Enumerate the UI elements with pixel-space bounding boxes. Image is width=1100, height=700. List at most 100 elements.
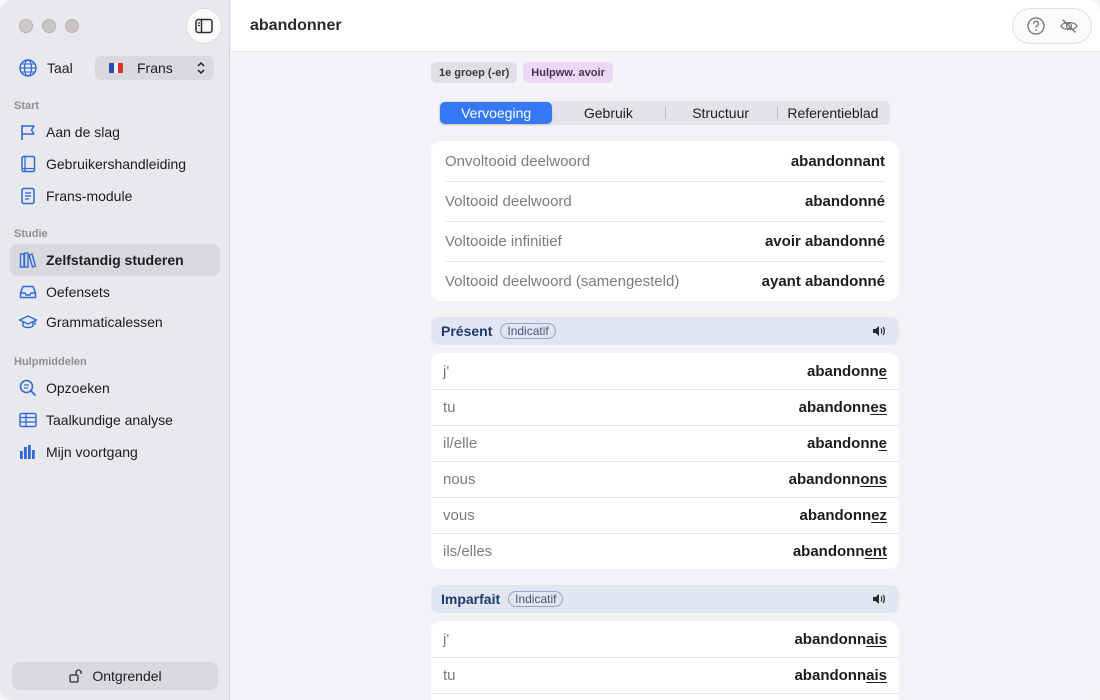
sidebar-toggle-button[interactable]: [186, 8, 222, 44]
tense-header-present: Présent Indicatif: [431, 317, 899, 345]
sidebar-item-label: Aan de slag: [46, 124, 120, 140]
tense-name: Présent: [441, 323, 493, 339]
document-icon: [18, 186, 38, 206]
book-icon: [18, 154, 38, 174]
auxiliary-badge: Hulpww. avoir: [523, 62, 613, 83]
sidebar-item-label: Opzoeken: [46, 380, 110, 396]
toolbar: abandonner: [231, 0, 1100, 52]
tab-vervoeging[interactable]: Vervoeging: [440, 102, 553, 124]
form-row: Onvoltooid deelwoord abandonnant: [431, 141, 899, 181]
conjugated-form: abandonnes: [798, 398, 887, 416]
conjugated-form: abandonnons: [788, 470, 887, 488]
sidebar-item-zelfstandig-studeren[interactable]: Zelfstandig studeren: [10, 244, 220, 276]
form-label: Voltooide infinitief: [445, 232, 562, 250]
page-title: abandonner: [250, 17, 342, 34]
unlock-button[interactable]: Ontgrendel: [12, 662, 218, 690]
close-window-button[interactable]: [19, 19, 33, 33]
tab-structuur[interactable]: Structuur: [664, 102, 777, 124]
form-value: abandonné: [804, 192, 885, 210]
graduation-cap-icon: [18, 312, 38, 332]
form-row: Voltooid deelwoord (samengesteld) ayant …: [431, 261, 899, 301]
sidebar-item-label: Oefensets: [46, 284, 110, 300]
language-row: Taal Frans: [18, 56, 214, 80]
form-label: Onvoltooid deelwoord: [445, 152, 591, 170]
section-label-studie: Studie: [14, 228, 48, 240]
sidebar-item-oefensets[interactable]: Oefensets: [10, 276, 220, 308]
window-controls: [19, 19, 79, 33]
conjugation-row: vous abandonnez: [431, 497, 899, 533]
help-icon[interactable]: [1026, 16, 1046, 36]
conjugation-row: ils/elles abandonnent: [431, 533, 899, 569]
sidebar-item-label: Mijn voortgang: [46, 444, 138, 460]
minimize-window-button[interactable]: [42, 19, 56, 33]
conjugated-form: abandonnais: [794, 666, 887, 684]
form-value: abandonnant: [790, 152, 885, 170]
chevron-updown-icon: [197, 61, 205, 75]
main-content: 1e groep (-er) Hulpww. avoir Vervoeging …: [231, 53, 1100, 700]
sidebar-item-taalkundige-analyse[interactable]: Taalkundige analyse: [10, 404, 220, 436]
sidebar-item-aan-de-slag[interactable]: Aan de slag: [10, 116, 220, 148]
mood-badge: Indicatif: [500, 323, 556, 339]
form-label: Voltooid deelwoord: [445, 192, 572, 210]
books-icon: [18, 250, 38, 270]
sidebar-icon: [195, 18, 213, 34]
conjugation-row: j' abandonnais: [431, 621, 899, 657]
conjugation-row: j' abandonne: [431, 353, 899, 389]
pronoun: ils/elles: [443, 542, 493, 560]
conjugated-form: abandonnais: [794, 630, 887, 648]
sidebar-item-label: Frans-module: [46, 188, 133, 204]
toolbar-actions: [1012, 8, 1092, 44]
sidebar-item-label: Gebruikershandleiding: [46, 156, 187, 172]
sidebar-item-label: Grammaticalessen: [46, 314, 163, 330]
view-tabs: Vervoeging Gebruik Structuur Referentieb…: [439, 101, 890, 125]
speaker-icon[interactable]: [871, 591, 887, 607]
magnifier-icon: [18, 378, 38, 398]
bar-chart-icon: [18, 442, 38, 462]
sidebar-item-gebruikershandleiding[interactable]: Gebruikershandleiding: [10, 148, 220, 180]
conjugated-form: abandonnez: [799, 506, 887, 524]
sidebar-item-grammaticalessen[interactable]: Grammaticalessen: [10, 306, 220, 338]
tab-referentieblad[interactable]: Referentieblad: [776, 102, 889, 124]
language-select[interactable]: Frans: [95, 56, 214, 80]
app-window: Taal Frans Start Aan de slag Gebruikersh…: [0, 0, 1100, 700]
conjugation-table-present: j' abandonne tu abandonnes il/elle abandonn…: [431, 353, 899, 569]
sidebar-item-frans-module[interactable]: Frans-module: [10, 180, 220, 212]
conjugated-form: abandonne: [806, 362, 887, 380]
form-value: avoir abandonné: [764, 232, 885, 250]
language-label: Taal: [47, 60, 73, 76]
tense-name: Imparfait: [441, 591, 501, 607]
conjugation-row: il/elle abandonne: [431, 425, 899, 461]
pronoun: tu: [443, 666, 456, 684]
sidebar-item-opzoeken[interactable]: Opzoeken: [10, 372, 220, 404]
table-icon: [18, 410, 38, 430]
section-label-hulpmiddelen: Hulpmiddelen: [14, 356, 87, 368]
sidebar-item-mijn-voortgang[interactable]: Mijn voortgang: [10, 436, 220, 468]
tab-gebruik[interactable]: Gebruik: [552, 102, 664, 124]
flag-icon: [18, 122, 38, 142]
form-row: Voltooid deelwoord abandonné: [431, 181, 899, 221]
pronoun: tu: [443, 398, 456, 416]
mood-badge: Indicatif: [508, 591, 564, 607]
conjugated-form: abandonne: [806, 434, 887, 452]
zoom-window-button[interactable]: [65, 19, 79, 33]
eye-slash-icon[interactable]: [1059, 16, 1079, 36]
conjugation-row: [431, 693, 899, 700]
conjugation-table-imparfait: j' abandonnais tu abandonnais: [431, 621, 899, 700]
speaker-icon[interactable]: [871, 323, 887, 339]
pronoun: j': [443, 362, 450, 380]
pronoun: nous: [443, 470, 476, 488]
verb-group-badge: 1e groep (-er): [431, 62, 518, 83]
form-value: ayant abandonné: [761, 272, 885, 290]
tray-icon: [18, 282, 38, 302]
form-label: Voltooid deelwoord (samengesteld): [445, 272, 680, 290]
sidebar-item-label: Taalkundige analyse: [46, 412, 173, 428]
tense-header-imparfait: Imparfait Indicatif: [431, 585, 899, 613]
verb-forms-card: Onvoltooid deelwoord abandonnant Voltooi…: [431, 141, 899, 301]
pronoun: il/elle: [443, 434, 478, 452]
conjugation-row: tu abandonnais: [431, 657, 899, 693]
section-label-start: Start: [14, 100, 40, 112]
globe-icon: [19, 59, 37, 77]
form-row: Voltooide infinitief avoir abandonné: [431, 221, 899, 261]
sidebar-item-label: Zelfstandig studeren: [46, 252, 184, 268]
pronoun: j': [443, 630, 450, 648]
